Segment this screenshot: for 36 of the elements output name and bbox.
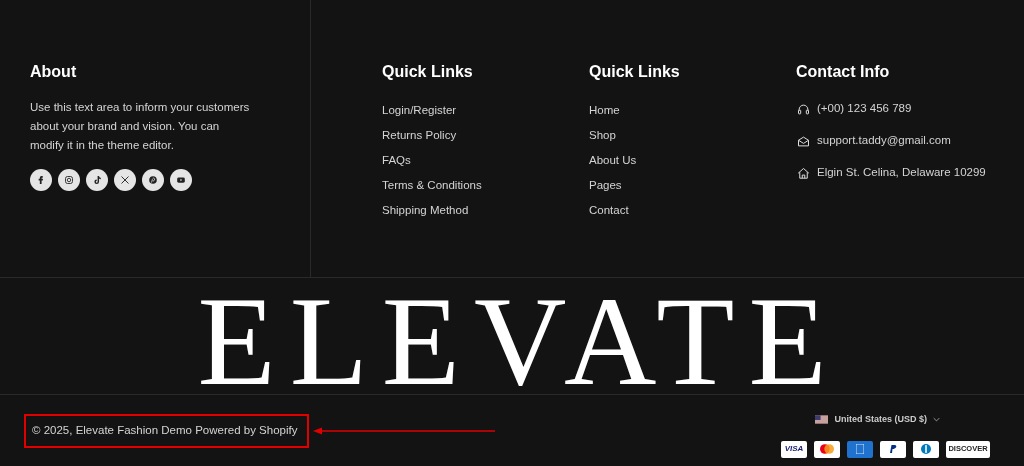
chevron-icon [933, 417, 940, 423]
home-icon [796, 165, 811, 181]
footer-link[interactable]: Shop [589, 123, 616, 148]
instagram-icon[interactable] [58, 169, 80, 191]
x-logo-icon[interactable] [114, 169, 136, 191]
paypal-logo-icon [889, 445, 897, 453]
contact-text: Elgin St. Celina, Delaware 10299 [817, 165, 986, 181]
flag-icon [815, 415, 829, 425]
footer-link[interactable]: Terms & Conditions [382, 173, 482, 198]
currency-selector[interactable]: United States (USD $) [815, 413, 940, 427]
footer-link[interactable]: Shipping Method [382, 198, 469, 223]
footer-link[interactable]: Pages [589, 173, 622, 198]
contact-text: support.taddy@gmail.com [817, 133, 951, 149]
about-heading: About [30, 62, 78, 82]
footer-link[interactable]: About Us [589, 148, 637, 173]
visa-card: VISA [781, 440, 807, 458]
brand-wordmark: ELEVATE [196, 286, 841, 394]
about-text: Use this text area to inform your customers about your brand and vision. You can modify it in the theme editor. [30, 100, 250, 153]
footer-link[interactable]: Returns Policy [382, 123, 457, 148]
contact-heading: Contact Info [796, 62, 891, 82]
tiktok-icon[interactable] [86, 169, 108, 191]
headset-icon [796, 101, 811, 117]
youtube-icon[interactable] [170, 169, 192, 191]
diners-logo-icon [921, 444, 931, 454]
contact-text: (+00) 123 456 789 [817, 101, 912, 117]
links-heading: Quick Links [589, 62, 681, 82]
facebook-icon[interactable] [30, 169, 52, 191]
footer-link[interactable]: FAQs [382, 148, 411, 173]
footer-link[interactable]: Home [589, 98, 620, 123]
footer-link[interactable]: Contact [589, 198, 629, 223]
envelope-icon [796, 133, 811, 149]
copyright-text: © 2025, Elevate Fashion Demo Powered by Shopify [32, 423, 298, 439]
footer-link[interactable]: Login/Register [382, 98, 457, 123]
pinterest-icon[interactable] [142, 169, 164, 191]
circles-logo-icon [820, 444, 834, 454]
links-heading: Quick Links [382, 62, 474, 82]
